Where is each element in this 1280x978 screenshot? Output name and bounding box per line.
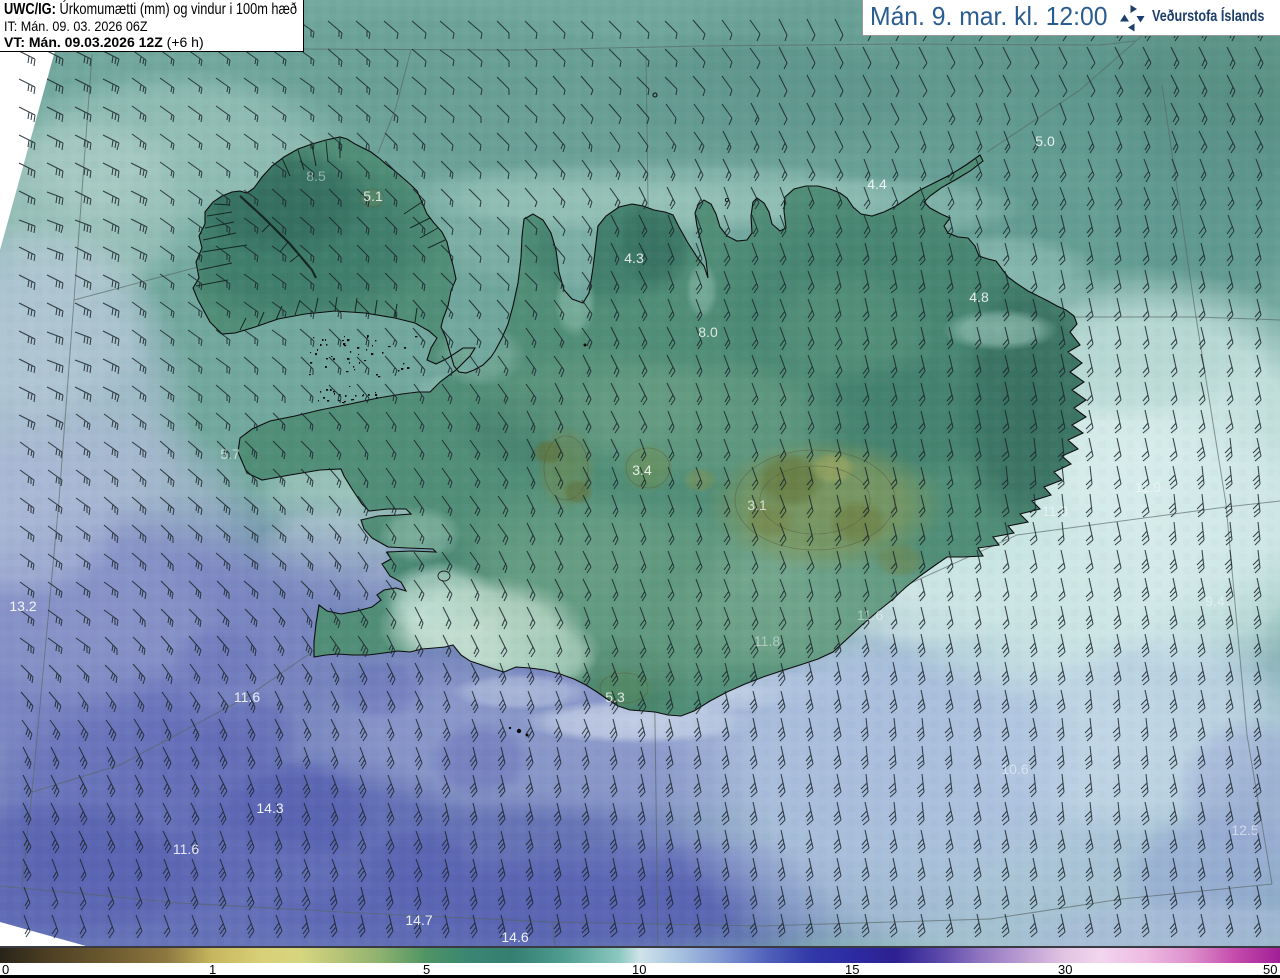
- svg-text:10.6: 10.6: [1001, 761, 1028, 777]
- svg-text:5.1: 5.1: [363, 188, 383, 204]
- svg-text:13.2: 13.2: [9, 598, 36, 614]
- svg-text:5.7: 5.7: [220, 446, 240, 462]
- svg-text:11.8: 11.8: [754, 633, 780, 649]
- svg-text:11.6: 11.6: [173, 841, 199, 857]
- svg-text:3.4: 3.4: [632, 462, 652, 478]
- svg-text:14.3: 14.3: [256, 800, 283, 816]
- svg-text:11.6: 11.6: [234, 689, 260, 705]
- svg-text:3.1: 3.1: [747, 497, 767, 513]
- svg-text:14.6: 14.6: [501, 929, 528, 945]
- svg-text:12.5: 12.5: [1231, 822, 1258, 838]
- svg-text:4.4: 4.4: [867, 176, 887, 192]
- svg-text:4.8: 4.8: [969, 289, 989, 305]
- svg-text:14.7: 14.7: [405, 912, 432, 928]
- svg-text:8.5: 8.5: [306, 168, 326, 184]
- svg-text:4.3: 4.3: [624, 250, 644, 266]
- svg-text:5.3: 5.3: [605, 689, 625, 705]
- svg-text:11.8: 11.8: [1042, 503, 1068, 519]
- svg-text:9.4: 9.4: [1205, 593, 1225, 609]
- svg-text:8.0: 8.0: [698, 324, 718, 340]
- svg-text:5.0: 5.0: [1035, 133, 1055, 149]
- svg-text:11.6: 11.6: [857, 607, 883, 623]
- svg-text:11.9: 11.9: [1135, 479, 1161, 495]
